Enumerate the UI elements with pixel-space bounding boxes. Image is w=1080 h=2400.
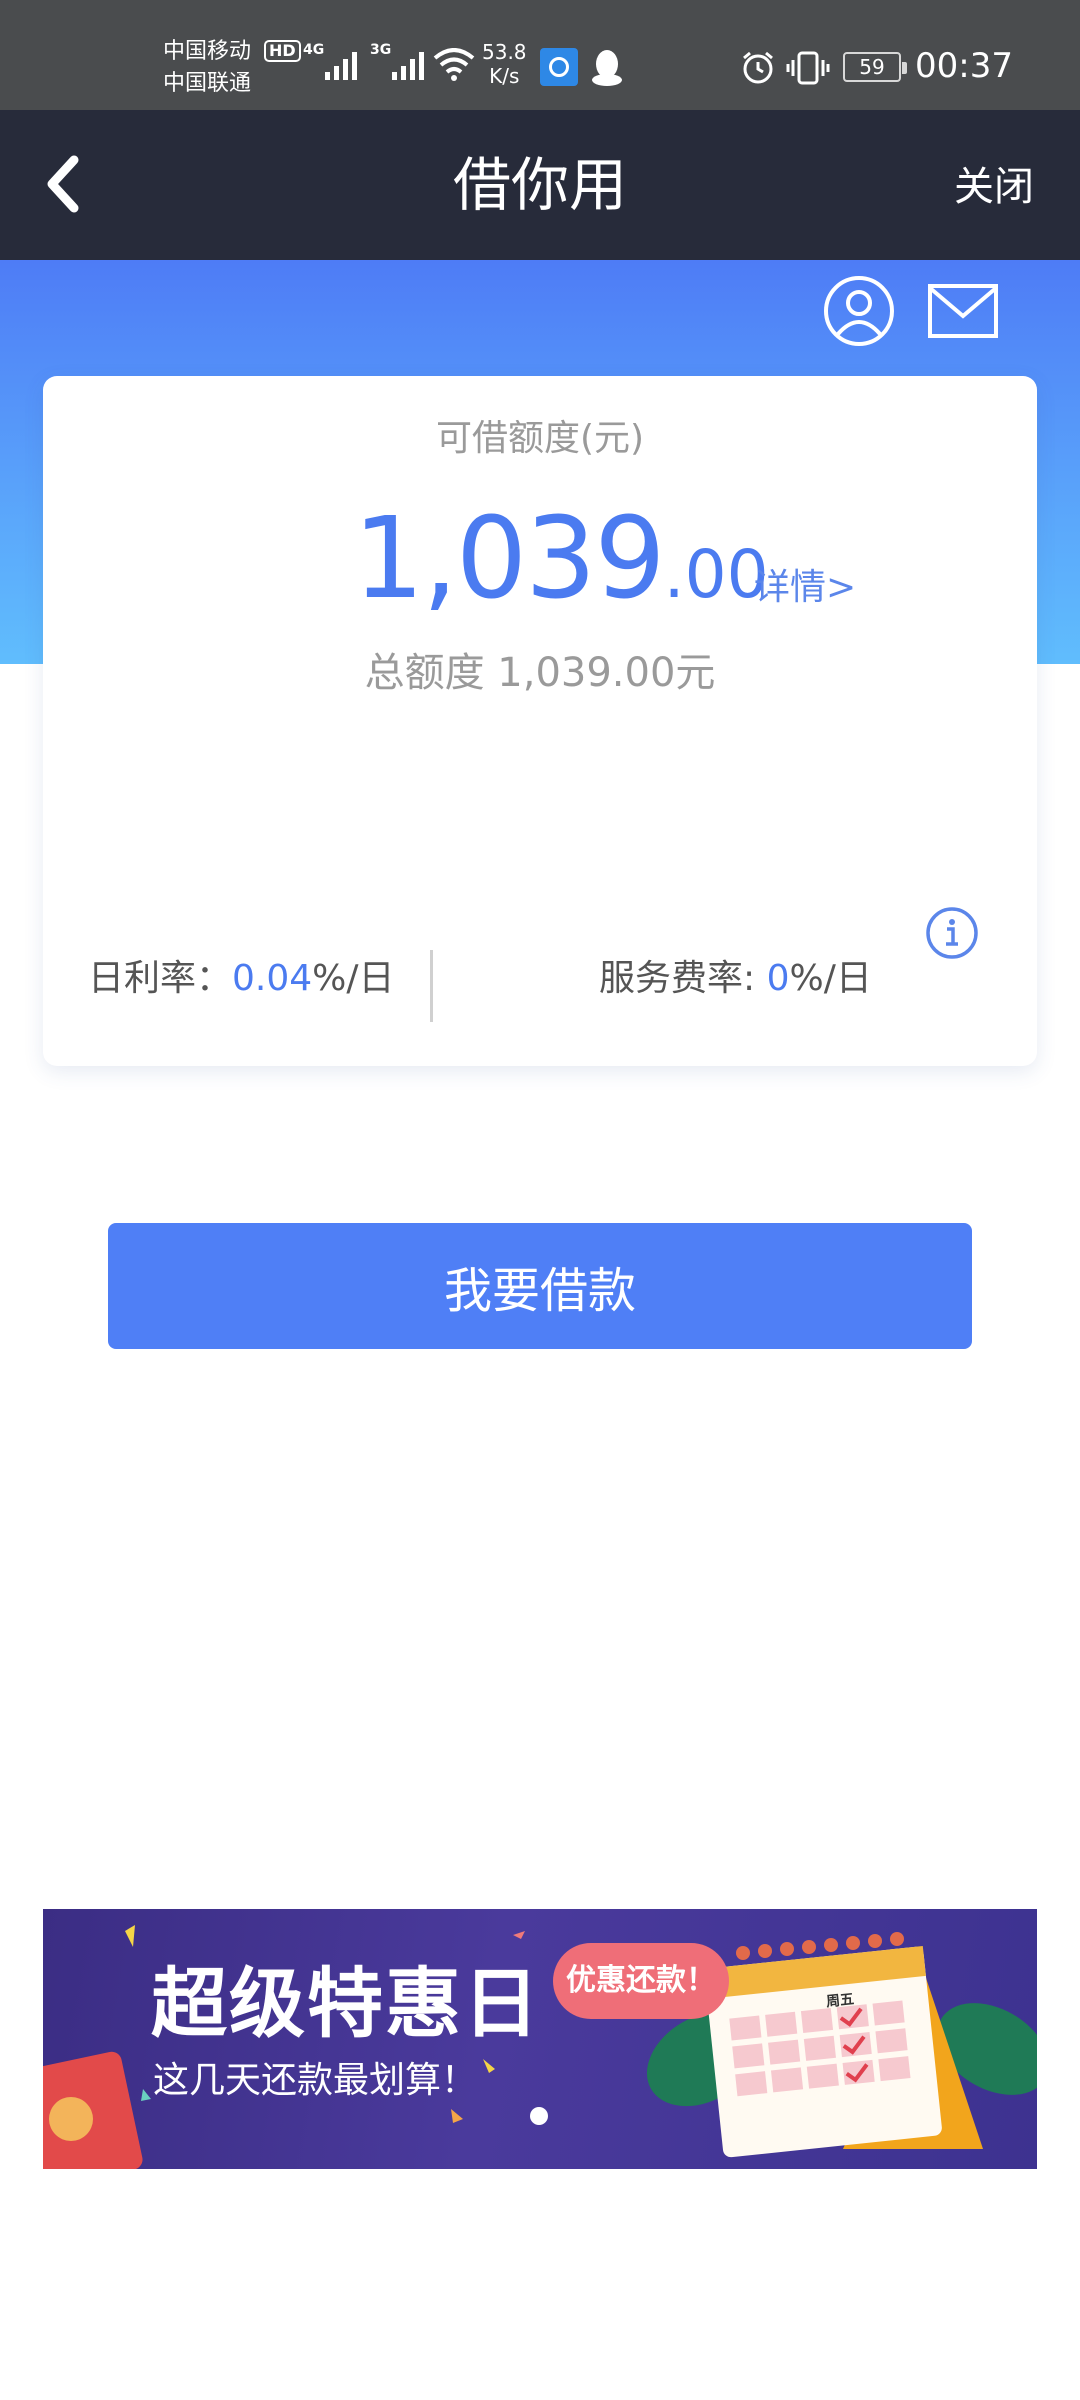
- carousel-indicator-dot[interactable]: [530, 2107, 548, 2125]
- info-icon[interactable]: [925, 906, 979, 960]
- service-fee-value: 0: [766, 958, 790, 999]
- daily-rate: 日利率：0.04%/日: [88, 956, 395, 1002]
- amount-integer: 1,039: [353, 494, 666, 624]
- status-bar: 中国移动 中国联通 HD 4G 3G 53.8 K/s 59 00:37: [0, 0, 1080, 110]
- borrow-button[interactable]: 我要借款: [108, 1223, 972, 1349]
- service-fee-label: 服务费率:: [599, 958, 767, 999]
- detail-link[interactable]: 详情>: [754, 566, 856, 610]
- battery-icon: 59: [843, 52, 907, 82]
- network-speed: 53.8 K/s: [482, 40, 527, 88]
- banner-bubble: 优惠还款！: [553, 1943, 729, 2019]
- network-type-1: 4G: [303, 42, 325, 58]
- amount-decimal: .00: [663, 536, 769, 613]
- carrier-labels: 中国移动 中国联通: [163, 36, 251, 100]
- banner-title: 超级特惠日: [151, 1959, 541, 2048]
- daily-rate-unit: %/日: [312, 958, 395, 999]
- network-type-2: 3G: [370, 42, 392, 58]
- service-fee-unit: %/日: [789, 958, 872, 999]
- vibrate-icon: [786, 51, 830, 85]
- user-icon[interactable]: [822, 274, 896, 348]
- calendar-day-label: 周五: [825, 1992, 855, 2011]
- available-credit-label: 可借额度(元): [435, 418, 645, 459]
- daily-rate-value: 0.04: [232, 958, 313, 999]
- service-fee-rate: 服务费率: 0%/日: [599, 956, 872, 1002]
- wifi-icon: [433, 48, 475, 81]
- credit-card: 可借额度(元) 1,039.00 详情> 总额度 1,039.00元 日利率：0…: [43, 376, 1037, 1066]
- clock: 00:37: [915, 46, 1013, 86]
- hd-badge: HD: [264, 40, 301, 62]
- banner-subtitle: 这几天还款最划算！: [153, 2060, 478, 2101]
- speed-value: 53.8: [482, 40, 527, 64]
- total-credit: 总额度 1,039.00元: [364, 650, 716, 696]
- qq-icon: [592, 50, 622, 86]
- mail-icon[interactable]: [926, 274, 1000, 348]
- available-amount: 1,039.00: [353, 494, 769, 624]
- carrier-1: 中国移动: [163, 39, 252, 64]
- page-title: 借你用: [452, 151, 627, 219]
- alarm-icon: [743, 51, 773, 84]
- promo-banner[interactable]: 周五 超级特惠日 这几天还款最划算！ 优惠还款！: [43, 1909, 1037, 2169]
- app-notification-icon: [540, 48, 578, 86]
- nav-bar: 借你用 关闭: [0, 110, 1080, 260]
- carrier-2: 中国联通: [163, 71, 252, 96]
- divider: [430, 950, 433, 1022]
- speed-unit: K/s: [489, 64, 520, 88]
- close-button[interactable]: 关闭: [954, 162, 1034, 212]
- daily-rate-label: 日利率：: [88, 958, 233, 999]
